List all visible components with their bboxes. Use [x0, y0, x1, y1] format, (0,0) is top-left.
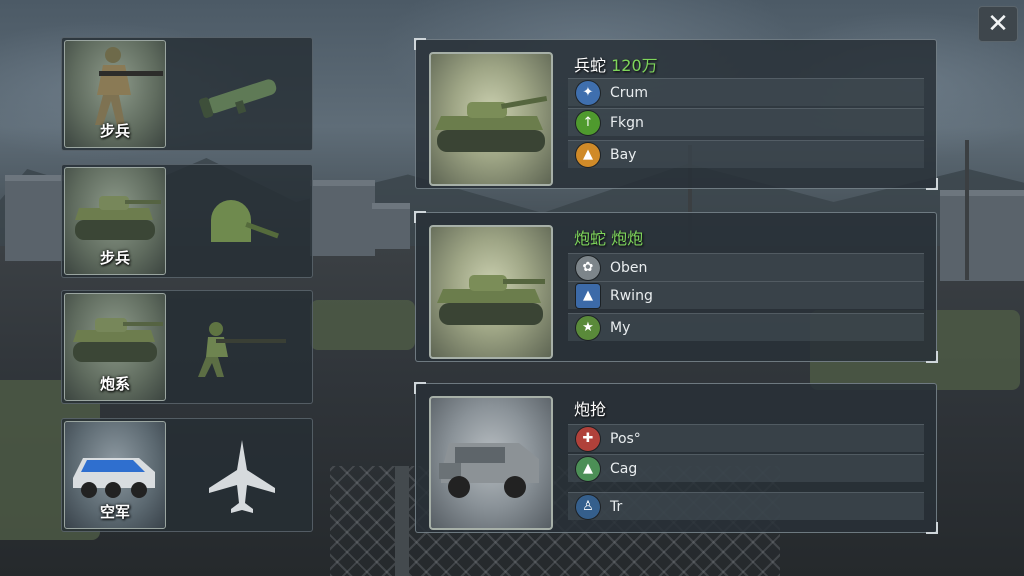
- green-badge-icon: ↑: [576, 110, 600, 135]
- soldier-aiming-icon: [198, 322, 286, 377]
- green-triangle-icon: ▲: [576, 456, 600, 481]
- stat-label: Rwing: [610, 287, 653, 304]
- stat-label: My: [610, 319, 631, 336]
- category-item-armor[interactable]: 步兵: [61, 164, 313, 278]
- category-side-art: [182, 175, 302, 269]
- unit-name: 炮抢: [574, 400, 607, 419]
- star-emblem-icon: ★: [576, 315, 600, 340]
- rocket-launcher-icon: [199, 79, 277, 118]
- fighter-jet-icon: [209, 440, 275, 513]
- stat-row: ↑ Fkgn: [568, 108, 924, 136]
- category-item-artillery[interactable]: 炮系: [61, 290, 313, 404]
- unit-portrait: [429, 52, 553, 186]
- close-icon: ✕: [987, 9, 1009, 39]
- stat-row: ✚ Pos°: [568, 424, 924, 452]
- category-thumbnail: 步兵: [64, 167, 166, 275]
- category-side-art: [182, 429, 302, 523]
- category-label: 炮系: [99, 375, 130, 393]
- category-label: 空军: [99, 503, 130, 521]
- unit-title: 兵蛇 120万: [574, 52, 658, 76]
- unit-card[interactable]: 炮抢 ✚ Pos° ▲ Cag ♙ Tr: [414, 382, 938, 534]
- category-label: 步兵: [99, 122, 130, 140]
- category-side-art: [182, 301, 302, 395]
- unit-card[interactable]: 兵蛇 120万 ✦ Crum ↑ Fkgn ▲ Bay: [414, 38, 938, 190]
- heavy-tank-icon: [435, 96, 548, 152]
- stat-label: Fkgn: [610, 114, 644, 131]
- unit-card[interactable]: 炮蛇 炮炮 ✿ Oben ▲ Rwing ★ My: [414, 211, 938, 363]
- stat-label: Bay: [610, 146, 637, 163]
- stat-row: ♙ Tr: [568, 492, 924, 520]
- stat-row: ★ My: [568, 313, 924, 341]
- stat-label: Crum: [610, 84, 649, 101]
- category-thumbnail: 空军: [64, 421, 166, 529]
- armored-truck-icon: [439, 443, 539, 498]
- category-item-infantry[interactable]: 步兵: [61, 37, 313, 151]
- stat-label: Oben: [610, 259, 648, 276]
- category-thumbnail: 步兵: [64, 40, 166, 148]
- unit-value: 120万: [611, 56, 658, 75]
- close-button[interactable]: ✕: [978, 6, 1018, 42]
- soldier-silhouette-icon: ♙: [576, 494, 600, 519]
- category-thumbnail: 炮系: [64, 293, 166, 401]
- eagle-emblem-icon: ▲: [576, 283, 600, 308]
- helmet-emblem-icon: ▲: [576, 142, 600, 167]
- stat-label: Pos°: [610, 430, 641, 447]
- stat-label: Cag: [610, 460, 638, 477]
- category-item-airforce[interactable]: 空军: [61, 418, 313, 532]
- stat-row: ▲ Cag: [568, 454, 924, 482]
- wings-emblem-icon: ✦: [576, 80, 600, 105]
- red-green-emblem-icon: ✚: [576, 426, 600, 451]
- unit-name: 兵蛇: [574, 56, 612, 75]
- stat-label: Tr: [610, 498, 623, 515]
- turret-icon: [211, 200, 279, 242]
- stat-row: ✿ Oben: [568, 253, 924, 281]
- cog-cluster-icon: ✿: [576, 255, 600, 280]
- unit-value: 炮蛇 炮炮: [574, 229, 644, 248]
- unit-portrait: [429, 396, 553, 530]
- unit-title: 炮抢: [574, 396, 606, 420]
- stat-row: ▲ Bay: [568, 140, 924, 168]
- category-label: 步兵: [99, 249, 130, 267]
- medium-tank-icon: [437, 275, 545, 325]
- unit-portrait: [429, 225, 553, 359]
- category-side-art: [182, 48, 302, 142]
- stat-row: ✦ Crum: [568, 78, 924, 106]
- stat-row: ▲ Rwing: [568, 281, 924, 309]
- unit-title: 炮蛇 炮炮: [574, 225, 643, 249]
